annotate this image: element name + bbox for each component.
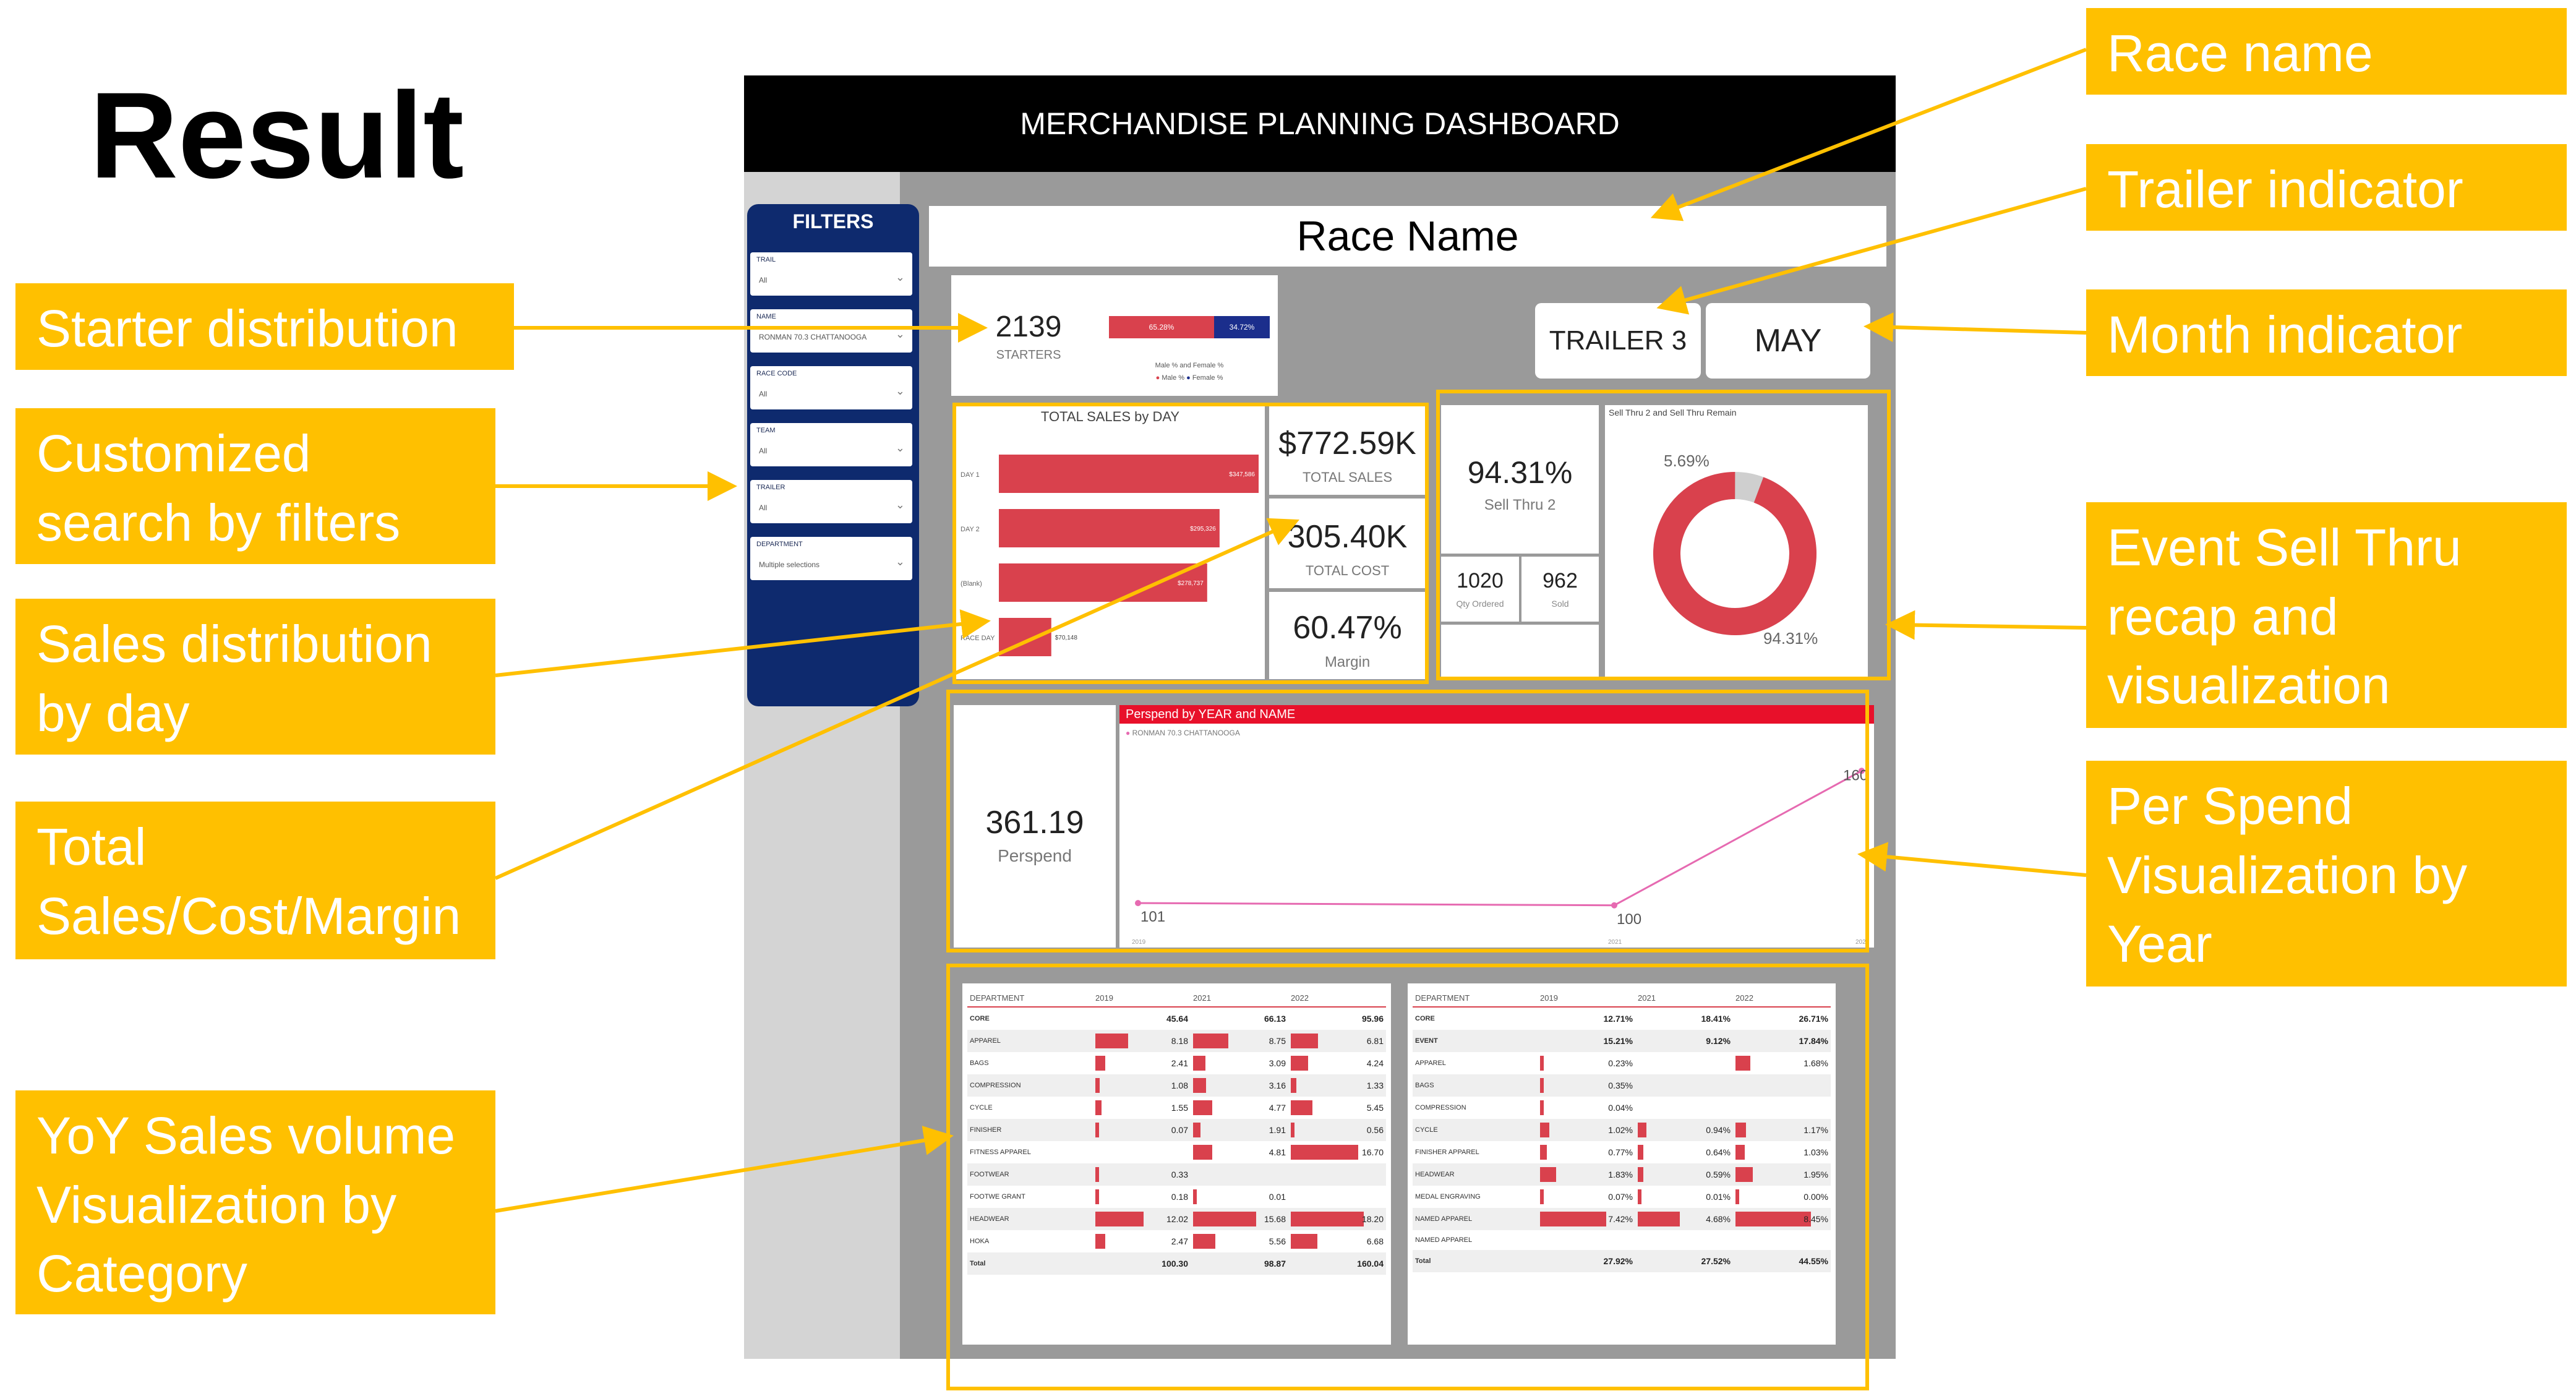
filter-label: TEAM (756, 427, 776, 434)
starters-value: 2139 (995, 310, 1062, 343)
chevron-down-icon: ⌄ (895, 385, 905, 397)
legend-male: Male % (1162, 374, 1185, 382)
filter-race-code[interactable]: RACE CODE All ⌄ (750, 366, 912, 409)
callout-event-sell-thru: Event Sell Thru recap and visualization (2086, 502, 2567, 728)
male-bar: 65.28% (1109, 316, 1214, 338)
callout-customized-search: Customized search by filters (15, 408, 495, 564)
callout-starter-distribution: Starter distribution (15, 283, 514, 370)
filter-label: TRAIL (756, 256, 776, 263)
arrow-per-spend (1857, 842, 2087, 877)
dashboard-header: MERCHANDISE PLANNING DASHBOARD (744, 75, 1896, 172)
starters-label: STARTERS (996, 348, 1061, 362)
highlight-perspend-box (946, 690, 1869, 952)
filter-team[interactable]: TEAM All ⌄ (750, 423, 912, 466)
filter-trail[interactable]: TRAIL All ⌄ (750, 252, 912, 296)
highlight-sellthru-box (1436, 390, 1891, 680)
callout-month-indicator: Month indicator (2086, 289, 2567, 376)
callout-race-name-header: Race name Header (2086, 8, 2567, 152)
dashboard-title: MERCHANDISE PLANNING DASHBOARD (1020, 106, 1620, 141)
filter-department[interactable]: DEPARTMENT Multiple selections ⌄ (750, 537, 912, 580)
callout-sales-distribution: Sales distribution by day (15, 599, 495, 755)
filters-title: FILTERS (792, 210, 874, 233)
highlight-tables-box (946, 964, 1869, 1390)
filter-label: DEPARTMENT (756, 541, 803, 548)
starters-card: 2139 STARTERS 65.28% 34.72% Male % and F… (951, 275, 1278, 396)
starters-legend: ● Male % ● Female % (1155, 374, 1223, 382)
chevron-down-icon: ⌄ (895, 442, 905, 454)
month-indicator[interactable]: MAY (1706, 303, 1870, 379)
filter-value: All (759, 503, 768, 512)
slide-title: Result (90, 67, 464, 203)
race-name-header: Race Name (929, 206, 1886, 267)
callout-yoy-sales: YoY Sales volume Visualization by Catego… (15, 1090, 495, 1314)
filter-value: All (759, 390, 768, 398)
highlight-sales-box (952, 403, 1429, 684)
starters-legend-title: Male % and Female % (1155, 362, 1224, 369)
chevron-down-icon: ⌄ (895, 271, 905, 283)
filter-value: Multiple selections (759, 560, 820, 569)
filter-label: NAME (756, 313, 776, 320)
arrow-sell-thru (1885, 610, 2087, 640)
female-bar: 34.72% (1214, 316, 1270, 338)
filter-label: RACE CODE (756, 370, 797, 377)
filter-name[interactable]: NAME RONMAN 70.3 CHATTANOOGA ⌄ (750, 309, 912, 353)
callout-per-spend: Per Spend Visualization by Year (2086, 761, 2567, 987)
filter-value: All (759, 447, 768, 455)
legend-female: Female % (1192, 374, 1223, 382)
filter-value: All (759, 276, 768, 285)
chevron-down-icon: ⌄ (895, 328, 905, 340)
chevron-down-icon: ⌄ (895, 499, 905, 511)
trailer-indicator[interactable]: TRAILER 3 (1535, 303, 1701, 379)
chevron-down-icon: ⌄ (895, 555, 905, 568)
filter-value: RONMAN 70.3 CHATTANOOGA (759, 333, 867, 341)
filter-trailer[interactable]: TRAILER All ⌄ (750, 480, 912, 523)
filter-label: TRAILER (756, 484, 785, 491)
arrow-month (1864, 312, 2087, 343)
callout-total-sales-cost-margin: Total Sales/Cost/Margin (15, 802, 495, 959)
callout-trailer-indicator: Trailer indicator (2086, 144, 2567, 231)
